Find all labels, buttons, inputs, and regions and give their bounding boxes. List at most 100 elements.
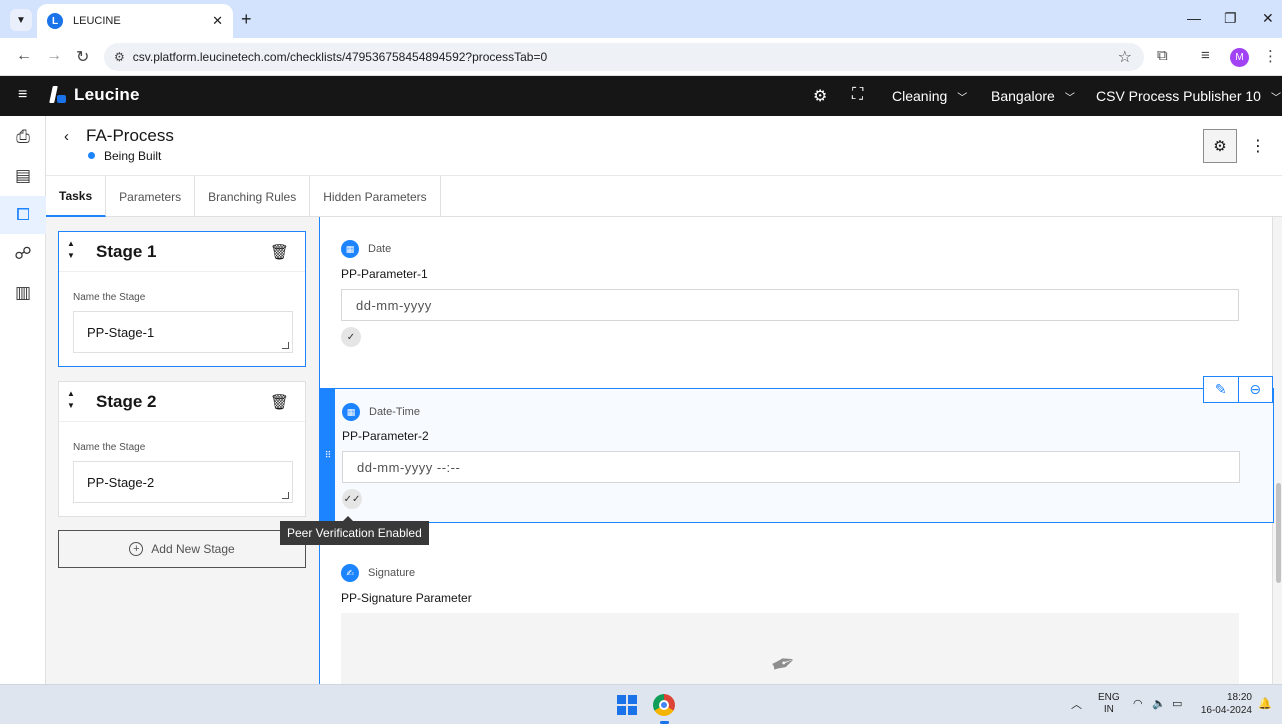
stage-title: Stage 2	[96, 392, 157, 411]
more-options-icon[interactable]: ⋮	[1250, 136, 1266, 156]
hamburger-menu-icon[interactable]: ≡	[18, 86, 27, 104]
bookmark-star-icon[interactable]: ☆	[1118, 47, 1132, 67]
date-time-input[interactable]: dd-mm-yyyy --:--	[342, 451, 1240, 483]
hierarchy-icon[interactable]: ☍	[0, 235, 46, 273]
tab-hidden-parameters[interactable]: Hidden Parameters	[310, 176, 441, 217]
gear-icon: ⚙	[1213, 138, 1227, 155]
trash-icon[interactable]: 🗑	[270, 393, 289, 411]
leucine-logo[interactable]: Leucine	[48, 85, 140, 105]
stage-name-label: Name the Stage	[73, 442, 146, 453]
checklist-icon[interactable]: ▤	[0, 157, 46, 195]
process-flow-icon[interactable]: ⧠	[0, 196, 46, 234]
site-info-icon[interactable]: ⚙	[114, 50, 125, 64]
parameter-actions: ✎ ⊖	[1203, 376, 1273, 403]
verification-check-icon[interactable]: ✓	[341, 327, 361, 347]
signature-icon: ✍	[341, 564, 359, 582]
browser-tab-title: LEUCINE	[73, 15, 121, 27]
battery-icon[interactable]: ▭	[1172, 697, 1182, 710]
windows-start-icon[interactable]	[617, 695, 637, 715]
stage-name-input[interactable]: PP-Stage-1	[73, 311, 293, 353]
address-bar[interactable]: ⚙ csv.platform.leucinetech.com/checklist…	[104, 43, 1144, 71]
os-taskbar: ︿ ENG IN ◠ 🔈 ▭ 18:20 16-04-2024 🔔	[0, 684, 1282, 724]
main-content: ▲ ▼ Stage 1 🗑 Name the Stage PP-Stage-1 ▲…	[46, 217, 1282, 684]
pen-icon: ✒	[766, 644, 802, 684]
stage-card-2[interactable]: ▲ ▼ Stage 2 🗑 Name the Stage PP-Stage-2	[58, 381, 306, 517]
role-dropdown[interactable]: CSV Process Publisher 10 ﹀	[1096, 88, 1281, 104]
tooltip: Peer Verification Enabled	[280, 516, 429, 545]
calendar-icon: ▦	[342, 403, 360, 421]
forward-arrow-icon[interactable]: →	[46, 47, 62, 65]
parameter-name: PP-Parameter-1	[341, 267, 428, 281]
tab-tasks[interactable]: Tasks	[46, 176, 107, 217]
parameter-date-time[interactable]: ⠿ ✎ ⊖ ▦ Date-Time PP-Parameter-2 dd-mm-y…	[320, 376, 1274, 523]
leucine-logo-icon	[48, 85, 68, 105]
location-label: Bangalore	[991, 88, 1055, 104]
restore-icon[interactable]: ❐	[1224, 10, 1237, 27]
volume-icon[interactable]: 🔈	[1152, 697, 1166, 710]
drag-handle-icon[interactable]: ⠿	[321, 389, 335, 522]
trash-icon[interactable]: 🗑	[270, 243, 289, 261]
process-header: ‹ FA-Process Being Built ⚙ ⋮	[46, 116, 1282, 176]
tab-branching-rules[interactable]: Branching Rules	[195, 176, 311, 217]
peer-verification-double-check-icon[interactable]: ✓✓	[342, 489, 362, 509]
browser-tab[interactable]: L LEUCINE ✕	[37, 4, 233, 38]
profile-avatar[interactable]: M	[1230, 48, 1249, 67]
close-tab-icon[interactable]: ✕	[212, 13, 223, 29]
minimize-icon[interactable]: —	[1187, 10, 1201, 26]
reorder-arrows-icon[interactable]: ▲ ▼	[67, 238, 75, 262]
leucine-favicon-icon: L	[47, 13, 63, 29]
parameter-name: PP-Parameter-2	[342, 429, 429, 443]
chevron-left-icon[interactable]: ‹	[64, 128, 69, 145]
task-parameters-panel: ▦ Date PP-Parameter-1 dd-mm-yyyy ✓ ⠿ ✎ ⊖…	[319, 217, 1274, 684]
back-arrow-icon[interactable]: ←	[16, 47, 32, 65]
signature-pad[interactable]: ✒	[341, 613, 1239, 684]
left-nav-rail: ⎙ ▤ ⧠ ☍ ▥	[0, 116, 46, 684]
parameter-date[interactable]: ▦ Date PP-Parameter-1 dd-mm-yyyy ✓	[320, 217, 1274, 382]
stage-name-input[interactable]: PP-Stage-2	[73, 461, 293, 503]
stage-name-label: Name the Stage	[73, 292, 146, 303]
reload-icon[interactable]: ↻	[76, 47, 89, 67]
language-indicator[interactable]: ENG IN	[1098, 692, 1120, 716]
pencil-edit-icon[interactable]: ✎	[1204, 377, 1239, 402]
browser-toolbar: ← → ↻ ⚙ csv.platform.leucinetech.com/che…	[0, 38, 1282, 76]
reports-icon[interactable]: ▥	[0, 274, 46, 312]
notification-bell-icon[interactable]: 🔔	[1258, 697, 1272, 710]
language-code: ENG	[1098, 692, 1120, 703]
media-playlist-icon[interactable]: ≡	[1201, 47, 1210, 64]
stage-card-1[interactable]: ▲ ▼ Stage 1 🗑 Name the Stage PP-Stage-1	[58, 231, 306, 367]
minus-circle-icon[interactable]: ⊖	[1239, 377, 1273, 402]
parameter-type: ▦ Date-Time	[342, 403, 420, 421]
facility-dropdown[interactable]: Cleaning ﹀	[892, 88, 967, 104]
inbox-icon[interactable]: ⎙	[0, 118, 46, 156]
add-new-stage-button[interactable]: + Add New Stage	[58, 530, 306, 568]
wifi-icon[interactable]: ◠	[1133, 697, 1143, 710]
add-stage-label: Add New Stage	[151, 542, 235, 556]
status-badge: Being Built	[104, 149, 162, 163]
scan-icon[interactable]: ⛶	[852, 86, 863, 104]
scrollbar-thumb[interactable]	[1276, 483, 1281, 583]
clock-date: 16-04-2024	[1200, 705, 1252, 716]
parameter-type-label: Signature	[368, 567, 416, 579]
stage-header: ▲ ▼ Stage 2 🗑	[59, 382, 305, 422]
system-clock[interactable]: 18:20 16-04-2024	[1198, 691, 1252, 717]
settings-button[interactable]: ⚙	[1203, 129, 1237, 163]
chevron-up-icon[interactable]: ︿	[1071, 696, 1082, 712]
tab-search-chevron-icon[interactable]: ▼	[10, 9, 32, 31]
window-close-icon[interactable]: ✕	[1262, 10, 1274, 27]
parameter-signature[interactable]: ✍ Signature PP-Signature Parameter ✒	[320, 553, 1274, 684]
date-input[interactable]: dd-mm-yyyy	[341, 289, 1239, 321]
location-dropdown[interactable]: Bangalore ﹀	[991, 88, 1075, 104]
page-title: FA-Process	[86, 126, 174, 145]
chevron-down-icon: ﹀	[1270, 92, 1281, 104]
facility-label: Cleaning	[892, 88, 948, 104]
chrome-icon[interactable]	[653, 694, 675, 716]
tab-parameters[interactable]: Parameters	[106, 176, 196, 217]
clock-time: 18:20	[1226, 692, 1252, 703]
new-tab-plus-icon[interactable]: +	[241, 9, 252, 30]
browser-menu-icon[interactable]: ⋮	[1263, 47, 1278, 65]
parameter-name: PP-Signature Parameter	[341, 591, 472, 605]
gear-icon[interactable]: ⚙	[813, 86, 827, 106]
reorder-arrows-icon[interactable]: ▲ ▼	[67, 388, 75, 412]
extensions-puzzle-icon[interactable]: ⧉	[1157, 47, 1168, 64]
plus-circle-icon: +	[129, 542, 144, 556]
